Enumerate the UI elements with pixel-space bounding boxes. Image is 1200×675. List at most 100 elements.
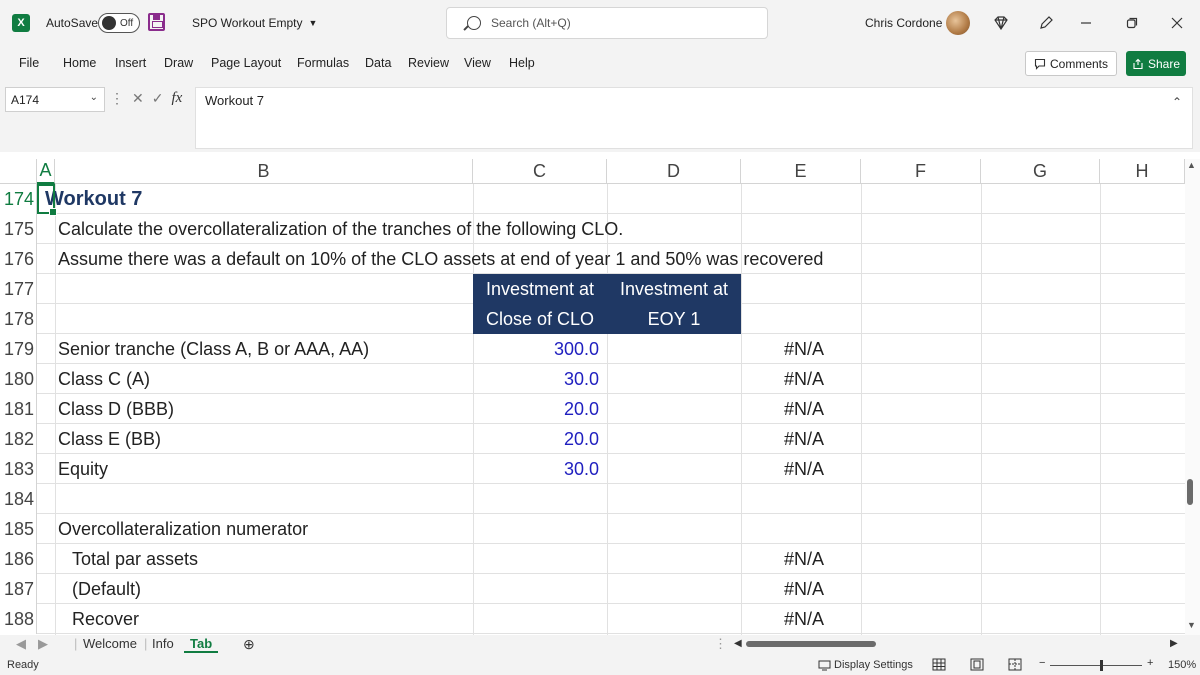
column-header-a[interactable]: A [37,159,55,184]
name-box[interactable]: A174 ⌄ [5,87,105,112]
header-cell-c[interactable]: Close of CLO [473,304,607,334]
cell-input[interactable]: 20.0 [473,424,607,454]
zoom-slider[interactable] [1050,665,1142,666]
zoom-level[interactable]: 150% [1168,659,1196,671]
row-number[interactable]: 188 [0,604,37,634]
autosave-toggle[interactable]: Off [98,13,140,33]
cell-formula[interactable]: #N/A [741,394,834,424]
vertical-scroll-thumb[interactable] [1187,479,1193,505]
share-button[interactable]: Share [1126,51,1186,76]
tab-page-layout[interactable]: Page Layout [211,56,281,70]
page-break-view-icon[interactable] [1008,658,1022,674]
cell-input[interactable]: 30.0 [473,454,607,484]
scroll-down-icon[interactable]: ▼ [1187,620,1196,630]
user-name[interactable]: Chris Cordone [865,16,942,30]
cell-title[interactable]: Workout 7 [45,184,142,214]
search-box[interactable]: Search (Alt+Q) [446,7,768,39]
select-all-corner[interactable] [0,159,37,184]
tab-insert[interactable]: Insert [115,56,146,70]
scroll-up-icon[interactable]: ▲ [1187,160,1196,170]
scroll-left-icon[interactable]: ◀ [734,638,742,649]
sheet-tab-info[interactable]: Info [152,636,174,651]
row-number[interactable]: 179 [0,334,37,364]
page-layout-view-icon[interactable] [970,658,984,674]
cell-assumption[interactable]: Assume there was a default on 10% of the… [58,244,823,274]
file-name[interactable]: SPO Workout Empty ▼ [192,16,317,30]
header-cell-c[interactable]: Investment at [473,274,607,304]
display-settings-button[interactable]: Display Settings [818,659,913,671]
column-header-d[interactable]: D [607,159,741,184]
row-number[interactable]: 178 [0,304,37,334]
zoom-out-icon[interactable]: − [1039,657,1045,669]
cell-instruction[interactable]: Calculate the overcollateralization of t… [58,214,623,244]
cell-input[interactable]: 30.0 [473,364,607,394]
column-header-f[interactable]: F [861,159,981,184]
row-number[interactable]: 174 [0,184,37,214]
column-header-h[interactable]: H [1100,159,1185,184]
cell-label[interactable]: Recover [72,604,139,634]
splitter-icon[interactable]: ⋮ [714,636,727,652]
cell-label[interactable]: Class D (BBB) [58,394,174,424]
row-number[interactable]: 180 [0,364,37,394]
tab-view[interactable]: View [464,56,491,70]
zoom-slider-knob[interactable] [1100,660,1103,671]
prev-sheet-icon[interactable]: ◀ [16,636,26,652]
cell-label[interactable]: Class E (BB) [58,424,161,454]
tab-draw[interactable]: Draw [164,56,193,70]
close-icon[interactable] [1166,12,1188,34]
add-sheet-icon[interactable]: ⊕ [243,636,255,653]
restore-icon[interactable] [1121,12,1143,34]
insert-function-icon[interactable]: fx [171,90,182,107]
row-number[interactable]: 186 [0,544,37,574]
cell-section-label[interactable]: Overcollateralization numerator [58,514,308,544]
row-number[interactable]: 175 [0,214,37,244]
diamond-icon[interactable] [990,12,1012,34]
normal-view-icon[interactable] [932,658,946,674]
row-number[interactable]: 177 [0,274,37,304]
more-icon[interactable]: ⋮ [110,90,124,107]
chevron-down-icon[interactable]: ⌄ [90,92,98,103]
cell-input[interactable]: 300.0 [473,334,607,364]
header-cell-d[interactable]: EOY 1 [607,304,741,334]
column-header-e[interactable]: E [741,159,861,184]
cell-formula[interactable]: #N/A [741,334,834,364]
row-number[interactable]: 183 [0,454,37,484]
tab-formulas[interactable]: Formulas [297,56,349,70]
row-number[interactable]: 184 [0,484,37,514]
comments-button[interactable]: Comments [1025,51,1117,76]
column-header-c[interactable]: C [473,159,607,184]
column-header-b[interactable]: B [55,159,473,184]
cell-formula[interactable]: #N/A [741,574,834,604]
tab-help[interactable]: Help [509,56,535,70]
sheet-tab-tab[interactable]: Tab [184,636,219,653]
column-header-g[interactable]: G [981,159,1100,184]
confirm-icon[interactable]: ✓ [152,90,164,107]
horizontal-scroll-thumb[interactable] [746,641,876,647]
header-cell-d[interactable]: Investment at [607,274,741,304]
vertical-scrollbar[interactable] [1185,159,1200,635]
cell-label[interactable]: Senior tranche (Class A, B or AAA, AA) [58,334,369,364]
minimize-icon[interactable] [1075,12,1097,34]
cancel-icon[interactable]: ✕ [132,90,144,107]
row-number[interactable]: 185 [0,514,37,544]
tab-review[interactable]: Review [408,56,449,70]
tab-file[interactable]: File [19,56,39,70]
row-number[interactable]: 182 [0,424,37,454]
zoom-in-icon[interactable]: + [1147,657,1153,669]
cell-formula[interactable]: #N/A [741,544,834,574]
save-icon[interactable] [148,13,165,31]
formula-input[interactable]: Workout 7 ⌃ [195,87,1193,149]
cell-input[interactable]: 20.0 [473,394,607,424]
cell-formula[interactable]: #N/A [741,364,834,394]
avatar[interactable] [946,11,970,35]
cell-label[interactable]: Equity [58,454,108,484]
cell-label[interactable]: Class C (A) [58,364,150,394]
pen-icon[interactable] [1035,12,1057,34]
tab-data[interactable]: Data [365,56,391,70]
cell-label[interactable]: (Default) [72,574,141,604]
cell-formula[interactable]: #N/A [741,604,834,634]
collapse-icon[interactable]: ⌃ [1172,95,1182,109]
cell-label[interactable]: Total par assets [72,544,198,574]
cell-formula[interactable]: #N/A [741,424,834,454]
sheet-tab-welcome[interactable]: Welcome [83,636,137,651]
